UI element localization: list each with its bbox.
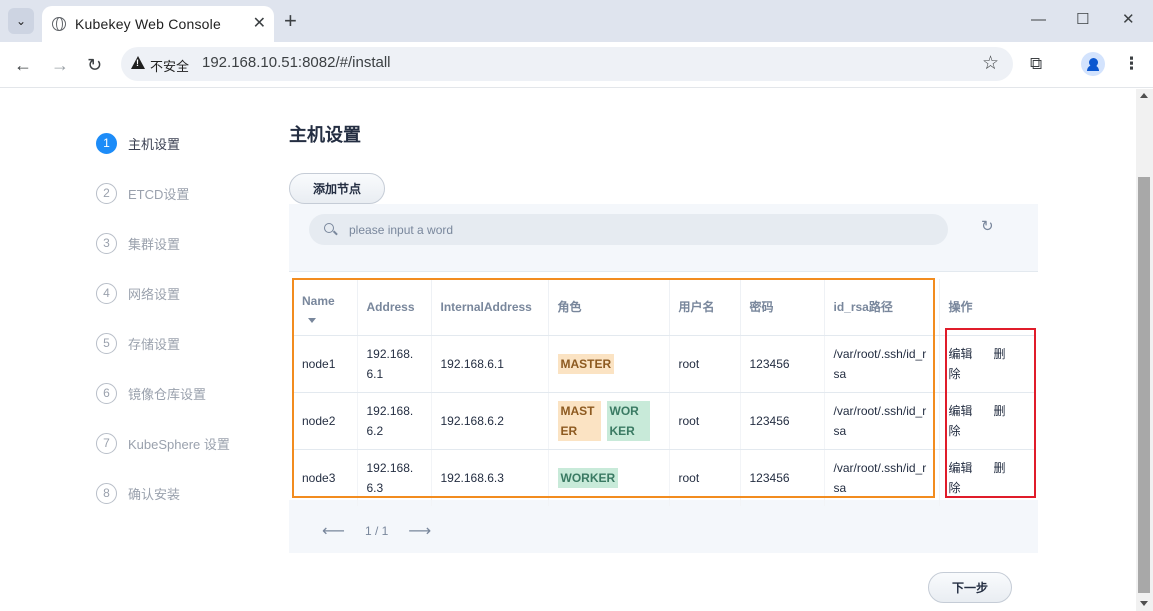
step-label: 镜像仓库设置 (128, 386, 207, 402)
scroll-down-icon[interactable] (1140, 601, 1148, 606)
extensions-icon[interactable]: ⧉ (1030, 53, 1042, 75)
browser-tab-bar: ⌄ Kubekey Web Console ✕ + — ☐ ✕ (0, 0, 1153, 42)
step-label: 主机设置 (128, 136, 181, 152)
globe-icon (52, 17, 66, 31)
highlight-box-table (292, 278, 935, 498)
add-node-button[interactable]: 添加节点 (289, 173, 385, 204)
step-label: 集群设置 (128, 236, 181, 252)
step-item[interactable]: 4 网络设置 (96, 282, 180, 304)
step-number: 3 (96, 232, 117, 254)
security-label[interactable]: 不安全 (150, 56, 189, 75)
search-bar[interactable] (309, 214, 948, 245)
step-item[interactable]: 7 KubeSphere 设置 (96, 432, 230, 454)
address-bar[interactable]: 不安全 192.168.10.51:8082/#/install ☆ (121, 47, 1013, 81)
warning-icon (131, 56, 145, 69)
step-item[interactable]: 6 镜像仓库设置 (96, 382, 206, 404)
step-item[interactable]: 1 主机设置 (96, 132, 180, 154)
page-indicator: 1 / 1 (364, 524, 389, 538)
tab-title: Kubekey Web Console (75, 16, 221, 32)
reload-icon[interactable]: ↻ (87, 54, 102, 76)
step-number: 8 (96, 482, 117, 504)
page-title: 主机设置 (289, 125, 361, 145)
step-label: 网络设置 (128, 286, 181, 302)
step-number: 5 (96, 332, 117, 354)
menu-icon[interactable]: ⋮ (1123, 53, 1140, 75)
next-step-button[interactable]: 下一步 (928, 572, 1012, 603)
step-label: 存储设置 (128, 336, 181, 352)
step-number: 6 (96, 382, 117, 404)
step-number: 2 (96, 182, 117, 204)
url-text[interactable]: 192.168.10.51:8082/#/install (202, 54, 391, 71)
step-item[interactable]: 2 ETCD设置 (96, 182, 189, 204)
step-number: 1 (96, 132, 117, 154)
search-icon (324, 223, 334, 233)
bookmark-star-icon[interactable]: ☆ (982, 52, 999, 75)
scroll-thumb[interactable] (1138, 177, 1150, 593)
maximize-icon[interactable]: ☐ (1076, 10, 1089, 30)
step-item[interactable]: 5 存储设置 (96, 332, 180, 354)
step-number: 7 (96, 432, 117, 454)
back-icon[interactable]: ← (14, 54, 32, 76)
scroll-up-icon[interactable] (1140, 93, 1148, 98)
browser-tab[interactable]: Kubekey Web Console ✕ (42, 6, 274, 42)
page-viewport: 1 主机设置 2 ETCD设置 3 集群设置 4 网络设置 5 存储设置 6 镜… (0, 89, 1136, 611)
profile-avatar-icon[interactable] (1081, 52, 1105, 76)
step-label: ETCD设置 (128, 186, 190, 202)
next-page-icon[interactable]: ⟶ (408, 521, 431, 541)
search-input[interactable] (349, 221, 909, 239)
step-label: KubeSphere 设置 (128, 436, 230, 452)
forward-icon[interactable]: → (51, 54, 69, 76)
page-scrollbar[interactable] (1136, 89, 1153, 611)
window-close-icon[interactable]: ✕ (1122, 10, 1135, 30)
highlight-box-actions (945, 328, 1036, 498)
browser-toolbar: ← → ↻ 不安全 192.168.10.51:8082/#/install ☆… (0, 42, 1153, 88)
column-header-actions: 操作 (939, 279, 1034, 336)
tab-search-button[interactable]: ⌄ (8, 8, 34, 34)
pagination: ⟵ 1 / 1 ⟶ (322, 521, 431, 541)
new-tab-icon[interactable]: + (284, 9, 297, 33)
step-label: 确认安装 (128, 486, 181, 502)
prev-page-icon[interactable]: ⟵ (322, 521, 345, 541)
step-item[interactable]: 8 确认安装 (96, 482, 180, 504)
minimize-icon[interactable]: — (1031, 10, 1046, 30)
refresh-icon[interactable]: ↻ (981, 218, 994, 236)
step-item[interactable]: 3 集群设置 (96, 232, 180, 254)
tab-close-icon[interactable]: ✕ (253, 14, 266, 34)
step-number: 4 (96, 282, 117, 304)
